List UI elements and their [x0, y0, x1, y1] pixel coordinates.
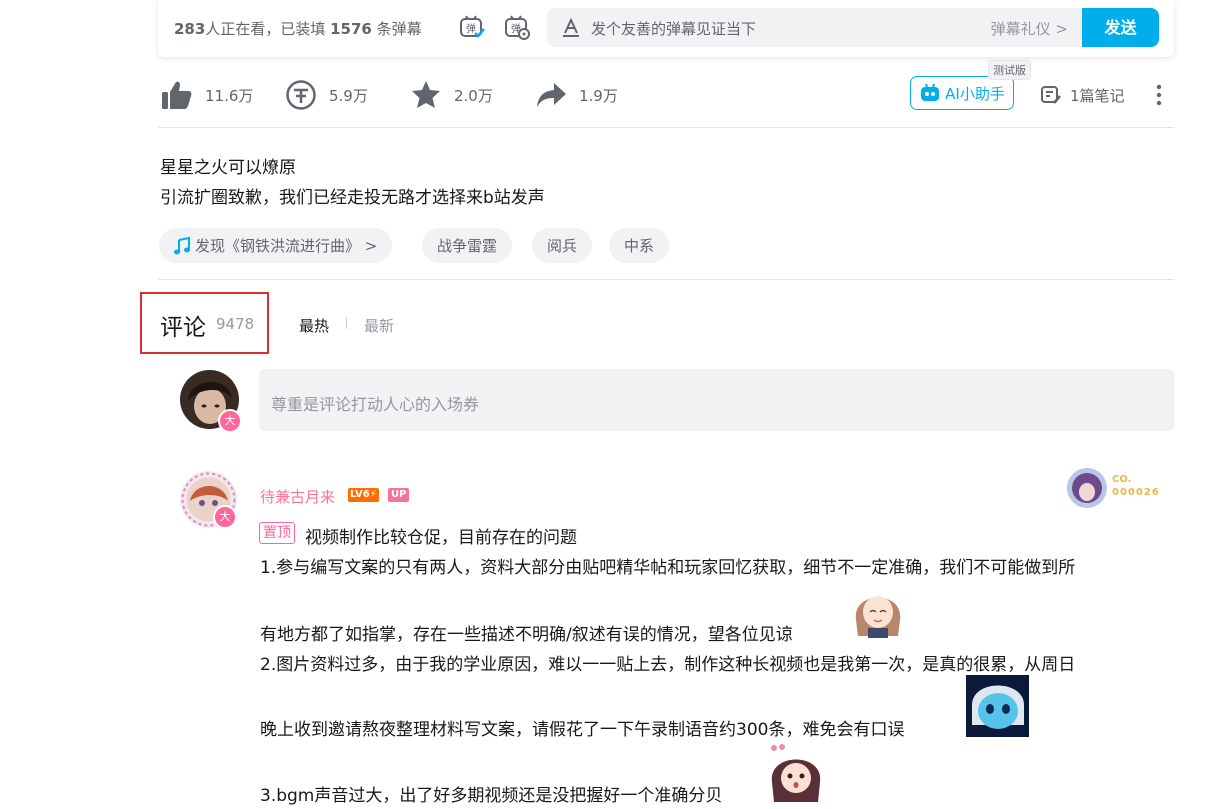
danmaku-input[interactable]: 发个友善的弹幕见证当下 弹幕礼仪 >	[547, 8, 1082, 47]
comment-input[interactable]: 尊重是评论打动人心的入场券	[259, 369, 1174, 431]
comment-line: 有地方都了如指掌，存在一些描述不明确/叙述有误的情况，望各位见谅	[260, 625, 793, 645]
notes-label: 1篇笔记	[1070, 86, 1125, 105]
commenter-vip-badge: 大	[213, 505, 237, 529]
watching-count: 283	[174, 20, 206, 38]
vip-badge: 大	[218, 409, 242, 433]
emote-sticker-blue	[966, 675, 1029, 737]
coin-button[interactable]: 5.9万	[286, 80, 368, 110]
thumbs-up-icon	[162, 81, 192, 109]
notes-button[interactable]: 1篇笔记	[1040, 80, 1125, 110]
ai-assistant-label: AI小助手	[945, 84, 1005, 103]
beta-tag: 测试版	[988, 60, 1031, 80]
like-count: 11.6万	[205, 86, 254, 105]
share-button[interactable]: 1.9万	[536, 80, 618, 110]
tag-label: 发现《钢铁洪流进行曲》 >	[195, 237, 378, 255]
music-note-icon	[174, 236, 190, 254]
note-icon	[1041, 86, 1061, 104]
like-button[interactable]: 11.6万	[161, 80, 253, 110]
comment-placeholder: 尊重是评论打动人心的入场券	[271, 395, 480, 414]
comments-title: 评论	[160, 315, 206, 341]
watching-text: 人正在看，已装填	[205, 20, 326, 38]
favorite-button[interactable]: 2.0万	[411, 80, 493, 110]
comment-line: 3.bgm声音过大，出了好多期视频还是没把握好一个准确分贝	[260, 786, 723, 806]
sort-new-tab[interactable]: 最新	[364, 315, 394, 336]
comment-line: 2.图片资料过多，由于我的学业原因，难以一一贴上去，制作这种长视频也是我第一次，…	[260, 655, 1076, 675]
fan-medal-line-2: 000026	[1112, 487, 1160, 498]
emote-sticker-girl	[848, 580, 908, 640]
share-arrow-icon	[537, 83, 566, 107]
fan-medal-avatar-icon	[1067, 468, 1107, 508]
danmaku-placeholder: 发个友善的弹幕见证当下	[591, 20, 757, 38]
pinned-badge: 置顶	[259, 522, 295, 544]
send-button[interactable]: 发送	[1082, 8, 1159, 47]
coin-count: 5.9万	[329, 86, 368, 105]
toolbar-divider	[158, 127, 1174, 128]
tag-music-discover[interactable]: 发现《钢铁洪流进行曲》 >	[159, 228, 393, 263]
danmaku-toggle-icon[interactable]: 弹	[458, 14, 486, 42]
danmaku-settings-icon[interactable]: 弹	[503, 14, 531, 42]
sort-divider	[346, 317, 347, 329]
comment-line: 视频制作比较仓促，目前存在的问题	[305, 528, 577, 548]
loaded-text: 条弹幕	[376, 20, 422, 38]
comments-count: 9478	[216, 315, 255, 333]
danmaku-toggle-glyph: 弹	[466, 22, 476, 35]
sort-hot-tab[interactable]: 最热	[299, 315, 329, 336]
tag-parade[interactable]: 阅兵	[532, 228, 593, 263]
comment-line: 晚上收到邀请熬夜整理材料写文案，请假花了一下午录制语音约300条，难免会有口误	[260, 720, 905, 740]
favorite-count: 2.0万	[454, 86, 493, 105]
star-icon	[412, 81, 440, 108]
description-line-1: 星星之火可以燎原	[160, 158, 296, 178]
ai-assistant-button[interactable]: AI小助手	[910, 76, 1014, 110]
danmaku-etiquette-link[interactable]: 弹幕礼仪 >	[991, 18, 1068, 39]
danmaku-bar: 283人正在看，已装填 1576 条弹幕 弹 弹 发个友善的弹幕见证当下 弹幕礼…	[158, 0, 1174, 57]
coin-icon	[286, 80, 316, 110]
fan-medal[interactable]: CO. 000026	[1066, 467, 1176, 509]
emote-sticker-surprised	[766, 742, 826, 804]
loaded-count: 1576	[330, 20, 372, 38]
tag-chinese-tech[interactable]: 中系	[609, 228, 670, 263]
tags-divider	[158, 279, 1174, 280]
up-badge: UP	[388, 488, 410, 502]
fan-medal-line-1: CO.	[1112, 474, 1132, 485]
text-style-icon[interactable]	[561, 18, 581, 38]
share-count: 1.9万	[579, 86, 618, 105]
robot-icon	[921, 83, 940, 101]
more-options-icon[interactable]	[1152, 84, 1166, 110]
description-line-2: 引流扩圈致歉，我们已经走投无路才选择来b站发声	[160, 188, 545, 208]
level-badge: LV6⚡	[348, 488, 379, 502]
danmaku-stats: 283人正在看，已装填 1576 条弹幕	[174, 18, 422, 39]
comment-line: 1.参与编写文案的只有两人，资料大部分由贴吧精华帖和玩家回忆获取，细节不一定准确…	[260, 558, 1076, 578]
commenter-username[interactable]: 待兼古月来	[260, 486, 335, 507]
tag-war-thunder[interactable]: 战争雷霆	[422, 228, 513, 263]
